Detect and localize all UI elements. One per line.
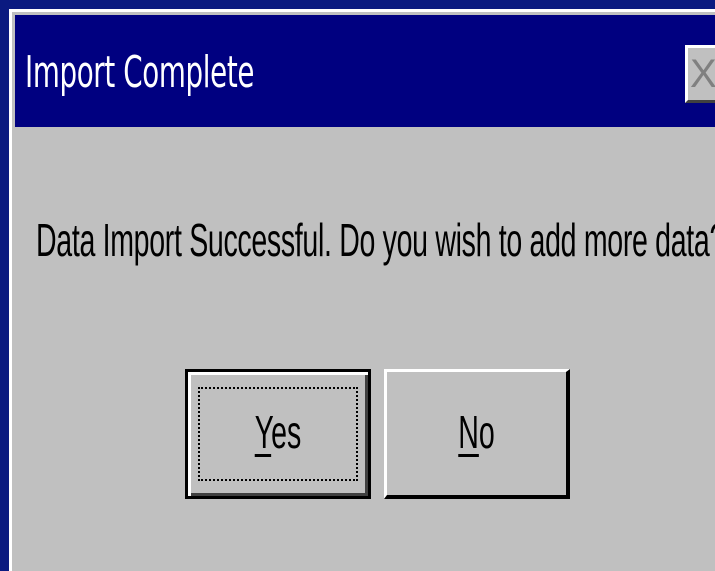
dialog-title: Import Complete [25, 47, 255, 98]
desktop-background [0, 0, 9, 571]
no-button-label: No [421, 404, 532, 460]
yes-button[interactable]: Yes [185, 369, 371, 499]
dialog-titlebar[interactable]: Import Complete X [15, 15, 715, 127]
yes-label-rest: es [271, 406, 302, 458]
yes-mnemonic: Y [254, 406, 272, 458]
close-button[interactable]: X [685, 45, 715, 103]
no-button[interactable]: No [384, 369, 570, 499]
yes-button-label: Yes [222, 404, 334, 460]
screen: Import Complete X Data Import Successful… [0, 0, 715, 571]
no-label-rest: o [478, 406, 495, 458]
close-icon: X [690, 52, 715, 96]
dialog-message: Data Import Successful. Do you wish to a… [36, 214, 715, 266]
no-mnemonic: N [458, 406, 479, 458]
import-complete-dialog: Import Complete X Data Import Successful… [9, 9, 715, 571]
